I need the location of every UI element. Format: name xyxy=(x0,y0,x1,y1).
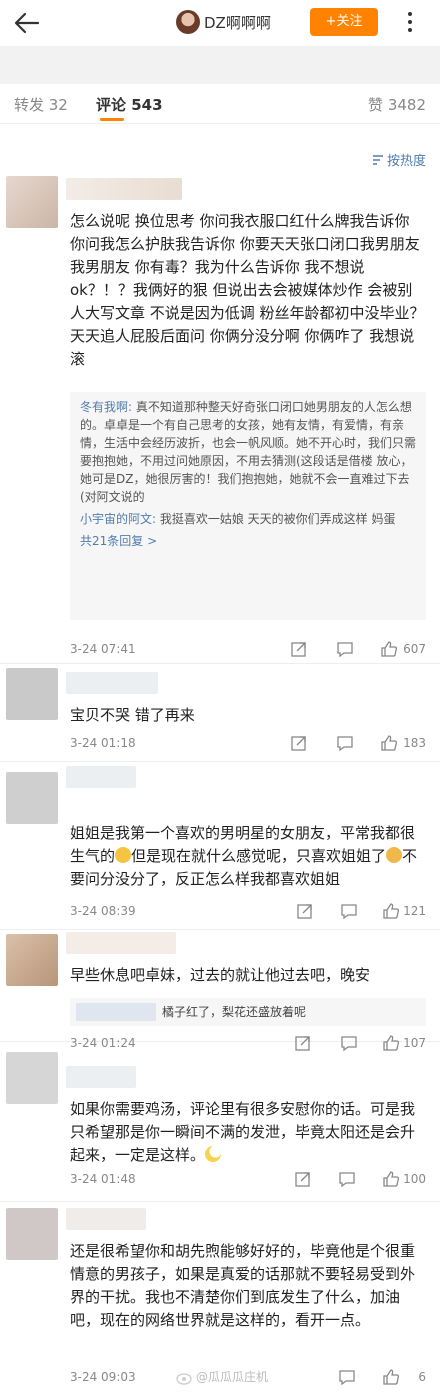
repost-icon[interactable] xyxy=(296,902,314,920)
sad-emoji-icon xyxy=(386,847,403,863)
commenter-avatar[interactable] xyxy=(6,668,58,720)
reply-text: 真不知道那种整天好奇张口闭口她男朋友的人怎么想的。卓卓是一个有自己思考的女孩，她… xyxy=(80,400,417,504)
commenter-name[interactable] xyxy=(66,932,176,954)
commenter-name[interactable] xyxy=(66,766,136,788)
more-options-icon[interactable] xyxy=(398,10,422,34)
repost-icon[interactable] xyxy=(290,734,308,752)
like-icon[interactable] xyxy=(380,734,398,752)
commenter-name[interactable] xyxy=(66,178,182,200)
comment-item: 姐姐是我第一个喜欢的男明星的女朋友，平常我都很生气的 但是现在就什么感觉呢，只喜欢… xyxy=(0,762,440,930)
reply-icon[interactable] xyxy=(338,1368,356,1386)
commenter-avatar[interactable] xyxy=(6,934,58,986)
comment-time: 3-24 07:41 xyxy=(70,642,136,656)
moon-emoji-icon xyxy=(205,1146,222,1162)
reply-username[interactable] xyxy=(76,1003,156,1021)
like-count: 6 xyxy=(418,1370,426,1384)
reply-item: 冬有我啊: 真不知道那种整天好奇张口闭口她男朋友的人怎么想的。卓卓是一个有自己思… xyxy=(80,398,416,506)
reply-text: 我挺喜欢一姑娘 天天的被你们弄成这样 妈蛋 xyxy=(156,512,396,526)
reply-username[interactable]: 小宇宙的阿文: xyxy=(80,512,156,526)
commenter-avatar[interactable] xyxy=(6,1052,58,1104)
section-gap xyxy=(0,46,440,84)
comment-text: 如果你需要鸡汤，评论里有很多安慰你的话。可是我只希望那是你一瞬间不满的发泄，毕竟… xyxy=(70,1100,416,1164)
more-replies-link[interactable]: 共21条回复 > xyxy=(80,532,416,550)
reply-icon[interactable] xyxy=(340,902,358,920)
like-icon[interactable] xyxy=(382,1170,400,1188)
comment-item: 宝贝不哭 错了再来 3-24 01:18 183 xyxy=(0,664,440,762)
commenter-name[interactable] xyxy=(66,672,158,694)
reply-icon[interactable] xyxy=(336,640,354,658)
like-icon[interactable] xyxy=(382,1368,400,1386)
reply-box[interactable]: 橘子红了，梨花还盛放着呢 xyxy=(70,998,426,1026)
reply-icon[interactable] xyxy=(338,1170,356,1188)
comment-time: 3-24 09:03 xyxy=(70,1370,136,1384)
author-name[interactable]: DZ啊啊啊 xyxy=(204,12,271,33)
reply-text: 橘子红了，梨花还盛放着呢 xyxy=(162,1005,307,1019)
comment-item: 怎么说呢 换位思考 你问我衣服口红什么牌我告诉你 你问我怎么护肤我告诉你 你要天… xyxy=(0,172,440,664)
like-count: 607 xyxy=(403,642,426,656)
weibo-watermark-icon xyxy=(176,1373,192,1385)
repost-icon[interactable] xyxy=(290,640,308,658)
comment-item: 早些休息吧卓妹，过去的就让他过去吧，晚安 橘子红了，梨花还盛放着呢 3-24 0… xyxy=(0,930,440,1052)
commenter-name[interactable] xyxy=(66,1066,136,1088)
comment-text: 姐姐是我第一个喜欢的男明星的女朋友，平常我都很生气的 但是现在就什么感觉呢，只喜欢… xyxy=(70,824,418,888)
reply-username[interactable]: 冬有我啊: xyxy=(80,400,132,414)
like-count: 183 xyxy=(403,736,426,750)
tab-repost[interactable]: 转发 32 xyxy=(14,94,68,115)
sort-icon xyxy=(372,155,383,165)
comment-time: 3-24 08:39 xyxy=(70,904,136,918)
comment-text: 宝贝不哭 错了再来 xyxy=(70,706,195,724)
comment-item: 还是很希望你和胡先煦能够好好的，毕竟他是个很重情意的男孩子，如果是真爱的话那就不… xyxy=(0,1202,440,1398)
comment-text: 怎么说呢 换位思考 你问我衣服口红什么牌我告诉你 你问我怎么护肤我告诉你 你要天… xyxy=(70,212,425,368)
comment-time: 3-24 01:18 xyxy=(70,736,136,750)
author-avatar[interactable] xyxy=(176,10,200,34)
smile-emoji-icon xyxy=(115,847,132,863)
like-count: 121 xyxy=(403,904,426,918)
top-bar: DZ啊啊啊 +关注 xyxy=(0,0,440,46)
back-arrow-icon[interactable] xyxy=(12,8,42,38)
follow-button[interactable]: +关注 xyxy=(310,8,378,36)
like-icon[interactable] xyxy=(380,640,398,658)
sort-label: 按热度 xyxy=(386,154,426,169)
comment-text: 早些休息吧卓妹，过去的就让他过去吧，晚安 xyxy=(70,966,371,984)
watermark: @瓜瓜瓜庄机 xyxy=(196,1370,269,1384)
reply-box[interactable]: 冬有我啊: 真不知道那种整天好奇张口闭口她男朋友的人怎么想的。卓卓是一个有自己思… xyxy=(70,392,426,620)
commenter-avatar[interactable] xyxy=(6,176,58,228)
comment-text: 还是很希望你和胡先煦能够好好的，毕竟他是个很重情意的男孩子，如果是真爱的话那就不… xyxy=(70,1242,416,1329)
commenter-avatar[interactable] xyxy=(6,772,58,824)
tab-comment[interactable]: 评论 543 xyxy=(96,94,163,115)
commenter-name[interactable] xyxy=(66,1208,146,1230)
tab-indicator xyxy=(100,118,124,121)
comment-item: 如果你需要鸡汤，评论里有很多安慰你的话。可是我只希望那是你一瞬间不满的发泄，毕竟… xyxy=(0,1042,440,1202)
reply-item: 小宇宙的阿文: 我挺喜欢一姑娘 天天的被你们弄成这样 妈蛋 xyxy=(80,510,416,528)
comment-time: 3-24 01:48 xyxy=(70,1172,136,1186)
like-icon[interactable] xyxy=(382,902,400,920)
sort-by-heat-button[interactable]: 按热度 xyxy=(372,150,426,169)
reply-icon[interactable] xyxy=(336,734,354,752)
repost-icon[interactable] xyxy=(294,1170,312,1188)
tab-bar: 转发 32 评论 543 赞 3482 xyxy=(0,84,440,124)
commenter-avatar[interactable] xyxy=(6,1208,58,1260)
tab-like[interactable]: 赞 3482 xyxy=(368,94,426,115)
like-count: 100 xyxy=(403,1172,426,1186)
